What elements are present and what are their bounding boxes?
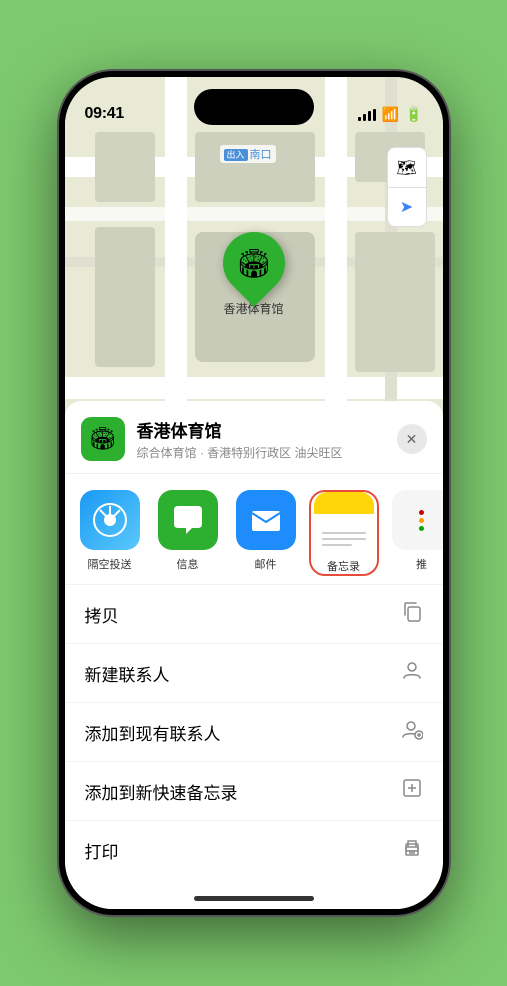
action-add-notes[interactable]: 添加到新快速备忘录 <box>65 761 443 820</box>
location-subtitle: 综合体育馆 · 香港特别行政区 油尖旺区 <box>137 444 397 461</box>
mail-label: 邮件 <box>255 556 277 572</box>
copy-icon <box>401 600 423 628</box>
status-time: 09:41 <box>85 105 124 123</box>
dynamic-island <box>194 89 314 125</box>
share-app-more[interactable]: 推 <box>387 490 443 576</box>
action-print[interactable]: 打印 <box>65 820 443 879</box>
add-notes-icon <box>401 777 423 805</box>
share-app-mail[interactable]: 邮件 <box>231 490 301 576</box>
pin-emoji: 🏟 <box>236 247 272 280</box>
mail-icon <box>236 490 296 550</box>
signal-icon <box>358 109 376 121</box>
status-icons: 📶 🔋 <box>358 106 423 123</box>
phone-frame: 09:41 📶 🔋 <box>59 71 449 915</box>
print-icon <box>401 836 423 864</box>
location-venue-icon: 🏟 <box>81 417 125 461</box>
share-app-airdrop[interactable]: 隔空投送 <box>75 490 145 576</box>
close-button[interactable]: ✕ <box>397 424 427 454</box>
bottom-sheet: 🏟 香港体育馆 综合体育馆 · 香港特别行政区 油尖旺区 ✕ <box>65 401 443 909</box>
action-add-existing[interactable]: 添加到现有联系人 <box>65 702 443 761</box>
new-contact-icon <box>401 659 423 687</box>
airdrop-icon <box>80 490 140 550</box>
messages-icon <box>158 490 218 550</box>
pin-circle: 🏟 <box>210 219 298 307</box>
location-button[interactable]: ➤ <box>387 187 427 227</box>
location-header: 🏟 香港体育馆 综合体育馆 · 香港特别行政区 油尖旺区 ✕ <box>65 401 443 474</box>
location-pin: 🏟 香港体育馆 <box>223 232 285 317</box>
notes-icon <box>314 492 374 552</box>
add-notes-label: 添加到新快速备忘录 <box>85 779 238 804</box>
add-existing-label: 添加到现有联系人 <box>85 720 221 745</box>
copy-label: 拷贝 <box>85 602 119 627</box>
more-icon <box>392 490 443 550</box>
map-label: 出入南口 <box>220 145 276 163</box>
phone-screen: 09:41 📶 🔋 <box>65 77 443 909</box>
add-existing-icon <box>401 718 423 746</box>
airdrop-label: 隔空投送 <box>88 556 132 572</box>
location-info: 香港体育馆 综合体育馆 · 香港特别行政区 油尖旺区 <box>137 417 397 461</box>
battery-icon: 🔋 <box>405 106 422 123</box>
home-indicator <box>194 896 314 901</box>
home-indicator-space <box>65 879 443 909</box>
share-app-notes[interactable]: 备忘录 <box>309 490 379 576</box>
map-type-button[interactable]: 🗺 <box>387 147 427 187</box>
map-controls: 🗺 ➤ <box>387 147 427 227</box>
wifi-icon: 📶 <box>382 106 399 123</box>
share-apps-row: 隔空投送 信息 <box>65 474 443 584</box>
messages-label: 信息 <box>177 556 199 572</box>
action-new-contact[interactable]: 新建联系人 <box>65 643 443 702</box>
action-copy[interactable]: 拷贝 <box>65 584 443 643</box>
new-contact-label: 新建联系人 <box>85 661 170 686</box>
print-label: 打印 <box>85 838 119 863</box>
share-app-messages[interactable]: 信息 <box>153 490 223 576</box>
location-name: 香港体育馆 <box>137 417 397 442</box>
more-label: 推 <box>416 556 427 572</box>
notes-label: 备忘录 <box>327 558 360 574</box>
